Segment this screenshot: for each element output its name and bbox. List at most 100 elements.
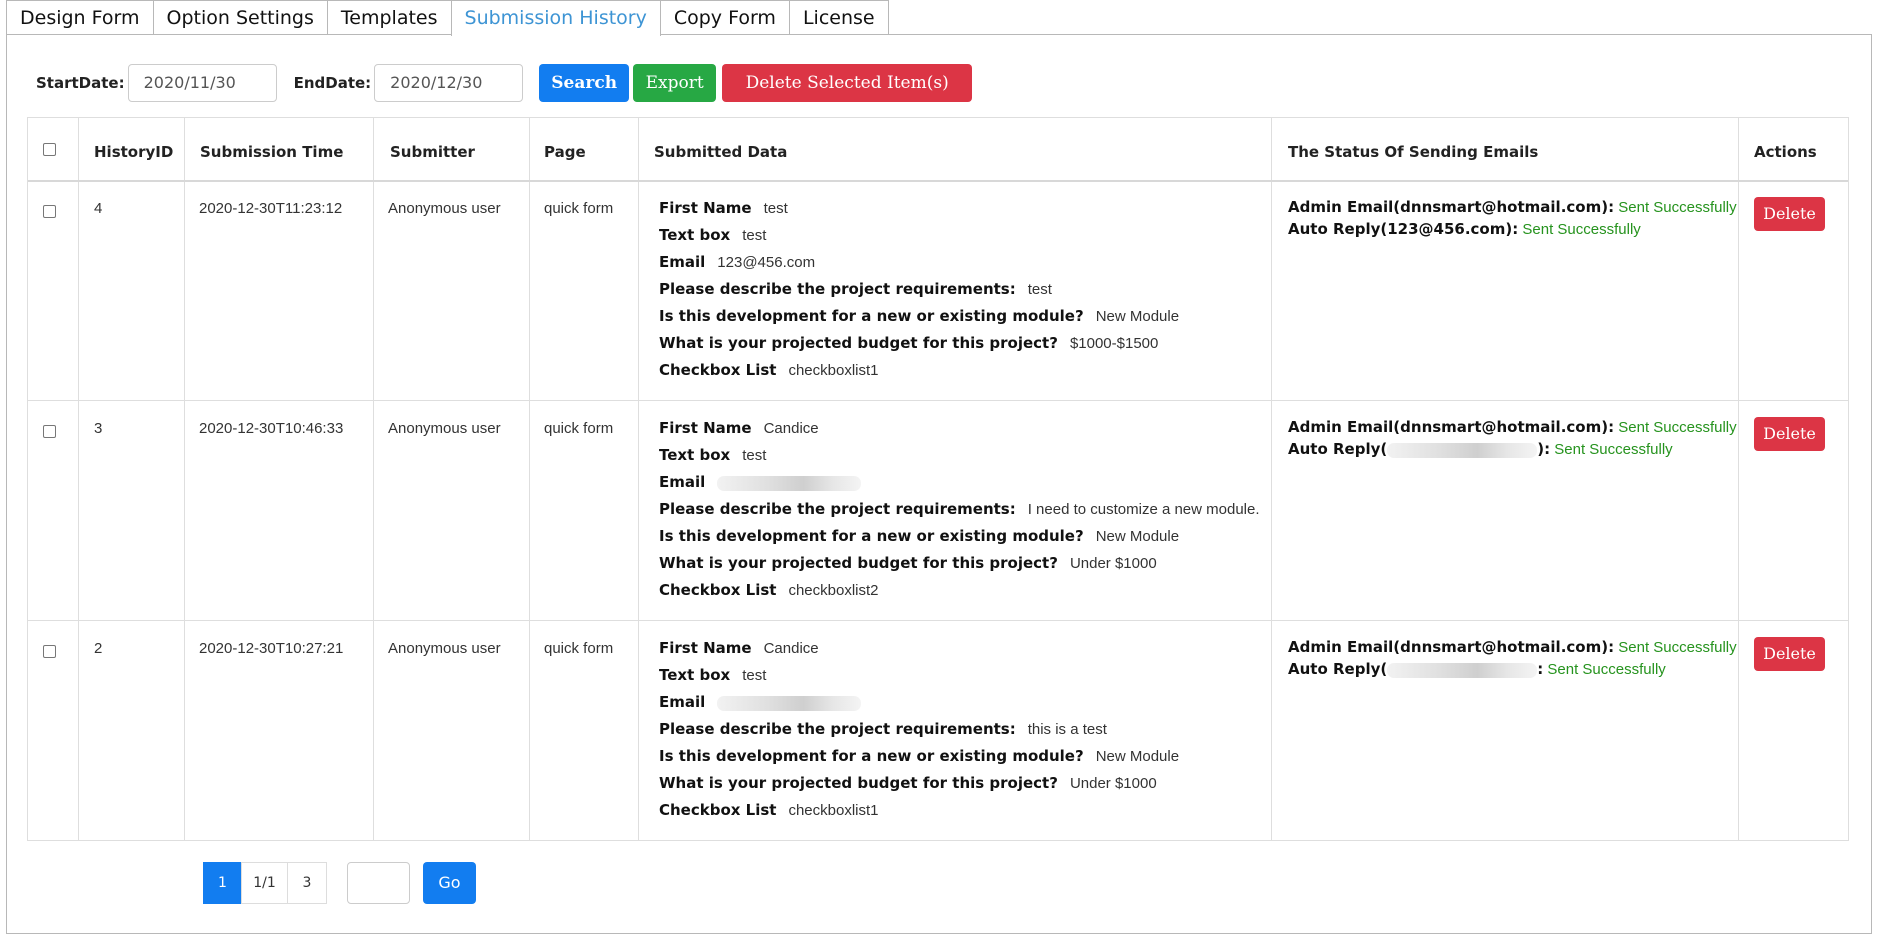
- field-label: Email: [659, 693, 706, 711]
- tab-option-settings[interactable]: Option Settings: [152, 0, 328, 35]
- field-value: New Module: [1095, 308, 1180, 325]
- row-3-submitted-data: First Name Candice Text box test Email Ple…: [659, 415, 1260, 604]
- admin-email-label: Admin Email(dnnsmart@hotmail.com):: [1288, 198, 1615, 216]
- tab-license[interactable]: License: [788, 0, 889, 35]
- field-label: First Name: [659, 199, 752, 217]
- submission-table: HistoryID Submission Time Submitter Page…: [27, 117, 1849, 841]
- start-date-input[interactable]: 2020/11/30: [127, 64, 277, 102]
- auto-reply-status: Sent Successfully: [1547, 661, 1666, 678]
- row-3-email-status: Admin Email(dnnsmart@hotmail.com): Sent …: [1288, 416, 1737, 460]
- admin-email-status: Sent Successfully: [1618, 419, 1737, 436]
- redacted-email: [1387, 662, 1538, 678]
- field-value: $1000-$1500: [1069, 335, 1159, 352]
- auto-reply-label: Auto Reply(: [1288, 440, 1388, 458]
- tab-submission-history[interactable]: Submission History: [450, 0, 661, 36]
- header-submitted-data[interactable]: Submitted Data: [654, 143, 787, 161]
- tab-templates[interactable]: Templates: [326, 0, 452, 35]
- header-email-status[interactable]: The Status Of Sending Emails: [1288, 143, 1538, 161]
- tab-bar: Design Form Option Settings Templates Su…: [6, 0, 889, 36]
- field-label: First Name: [659, 639, 752, 657]
- redacted-email: [717, 695, 862, 711]
- row-2-page: quick form: [544, 640, 614, 657]
- tab-design-form[interactable]: Design Form: [6, 0, 154, 35]
- row-4-page: quick form: [544, 200, 614, 217]
- row-4-checkbox-icon[interactable]: [43, 205, 56, 218]
- page-info: 1/1: [241, 862, 288, 904]
- field-value: checkboxlist1: [788, 362, 879, 379]
- field-label: What is your projected budget for this p…: [659, 334, 1058, 352]
- field-value: test: [1027, 281, 1052, 298]
- row-4-delete-button[interactable]: Delete: [1754, 197, 1825, 231]
- field-label: Email: [659, 473, 706, 491]
- field-value: test: [742, 227, 767, 244]
- field-label: Please describe the project requirements…: [659, 500, 1016, 518]
- row-3-delete-button[interactable]: Delete: [1754, 417, 1825, 451]
- row-2-submitted-data: First Name Candice Text box test Email Ple…: [659, 635, 1179, 824]
- field-value: test: [763, 200, 788, 217]
- auto-reply-label: Auto Reply(: [1288, 660, 1388, 678]
- auto-reply-label-end: ):: [1537, 440, 1551, 458]
- delete-selected-button[interactable]: Delete Selected Item(s): [722, 64, 973, 102]
- redacted-email: [1387, 442, 1538, 458]
- header-page[interactable]: Page: [544, 143, 586, 161]
- field-label: Checkbox List: [659, 581, 777, 599]
- row-3-checkbox-icon[interactable]: [43, 425, 56, 438]
- row-2-checkbox-icon[interactable]: [43, 645, 56, 658]
- row-3-submitter: Anonymous user: [388, 420, 501, 437]
- select-all-checkbox-icon[interactable]: [43, 143, 56, 156]
- field-label: Text box: [659, 666, 731, 684]
- header-submission-time[interactable]: Submission Time: [200, 143, 343, 161]
- field-label: Checkbox List: [659, 361, 777, 379]
- search-button[interactable]: Search: [539, 64, 630, 102]
- field-value: checkboxlist1: [788, 802, 879, 819]
- field-label: What is your projected budget for this p…: [659, 554, 1058, 572]
- auto-reply-label: Auto Reply(123@456.com):: [1288, 220, 1519, 238]
- header-actions: Actions: [1754, 143, 1817, 161]
- field-label: Checkbox List: [659, 801, 777, 819]
- start-date-label: StartDate:: [36, 74, 125, 92]
- row-4-submission-time: 2020-12-30T11:23:12: [199, 200, 343, 217]
- auto-reply-status: Sent Successfully: [1522, 221, 1641, 238]
- field-label: Is this development for a new or existin…: [659, 527, 1084, 545]
- row-3-submission-time: 2020-12-30T10:46:33: [199, 420, 344, 437]
- field-value: New Module: [1095, 748, 1180, 765]
- field-value: I need to customize a new module.: [1027, 501, 1260, 518]
- field-value: checkboxlist2: [788, 582, 879, 599]
- row-2-delete-button[interactable]: Delete: [1754, 637, 1825, 671]
- field-label: Text box: [659, 226, 731, 244]
- auto-reply-status: Sent Successfully: [1554, 441, 1673, 458]
- admin-email-status: Sent Successfully: [1618, 639, 1737, 656]
- redacted-email: [717, 475, 862, 491]
- row-4-submitted-data: First Name test Text box test Email 123@456…: [659, 195, 1179, 384]
- page-1-button[interactable]: 1: [203, 862, 242, 904]
- page-jump-input[interactable]: [347, 862, 410, 904]
- admin-email-label: Admin Email(dnnsmart@hotmail.com):: [1288, 638, 1615, 656]
- field-value: test: [742, 447, 767, 464]
- field-value: Candice: [763, 640, 819, 657]
- field-label: Email: [659, 253, 706, 271]
- go-button[interactable]: Go: [423, 862, 476, 904]
- tab-copy-form[interactable]: Copy Form: [659, 0, 790, 35]
- field-label: What is your projected budget for this p…: [659, 774, 1058, 792]
- field-value: Under $1000: [1069, 555, 1157, 572]
- export-button[interactable]: Export: [633, 64, 717, 102]
- field-value: New Module: [1095, 528, 1180, 545]
- row-2-email-status: Admin Email(dnnsmart@hotmail.com): Sent …: [1288, 636, 1737, 680]
- row-3-page: quick form: [544, 420, 614, 437]
- auto-reply-label-end: :: [1537, 660, 1544, 678]
- end-date-input[interactable]: 2020/12/30: [374, 64, 524, 102]
- row-2-history-id: 2: [94, 640, 103, 657]
- field-label: Is this development for a new or existin…: [659, 747, 1084, 765]
- header-history-id[interactable]: HistoryID: [94, 143, 173, 161]
- end-date-label: EndDate:: [293, 74, 372, 92]
- field-label: Is this development for a new or existin…: [659, 307, 1084, 325]
- row-2-submitter: Anonymous user: [388, 640, 501, 657]
- field-value: Under $1000: [1069, 775, 1157, 792]
- field-label: Please describe the project requirements…: [659, 280, 1016, 298]
- admin-email-status: Sent Successfully: [1618, 199, 1737, 216]
- field-value: this is a test: [1027, 721, 1107, 738]
- header-submitter[interactable]: Submitter: [390, 143, 475, 161]
- field-label: First Name: [659, 419, 752, 437]
- field-label: Please describe the project requirements…: [659, 720, 1016, 738]
- row-3-history-id: 3: [94, 420, 103, 437]
